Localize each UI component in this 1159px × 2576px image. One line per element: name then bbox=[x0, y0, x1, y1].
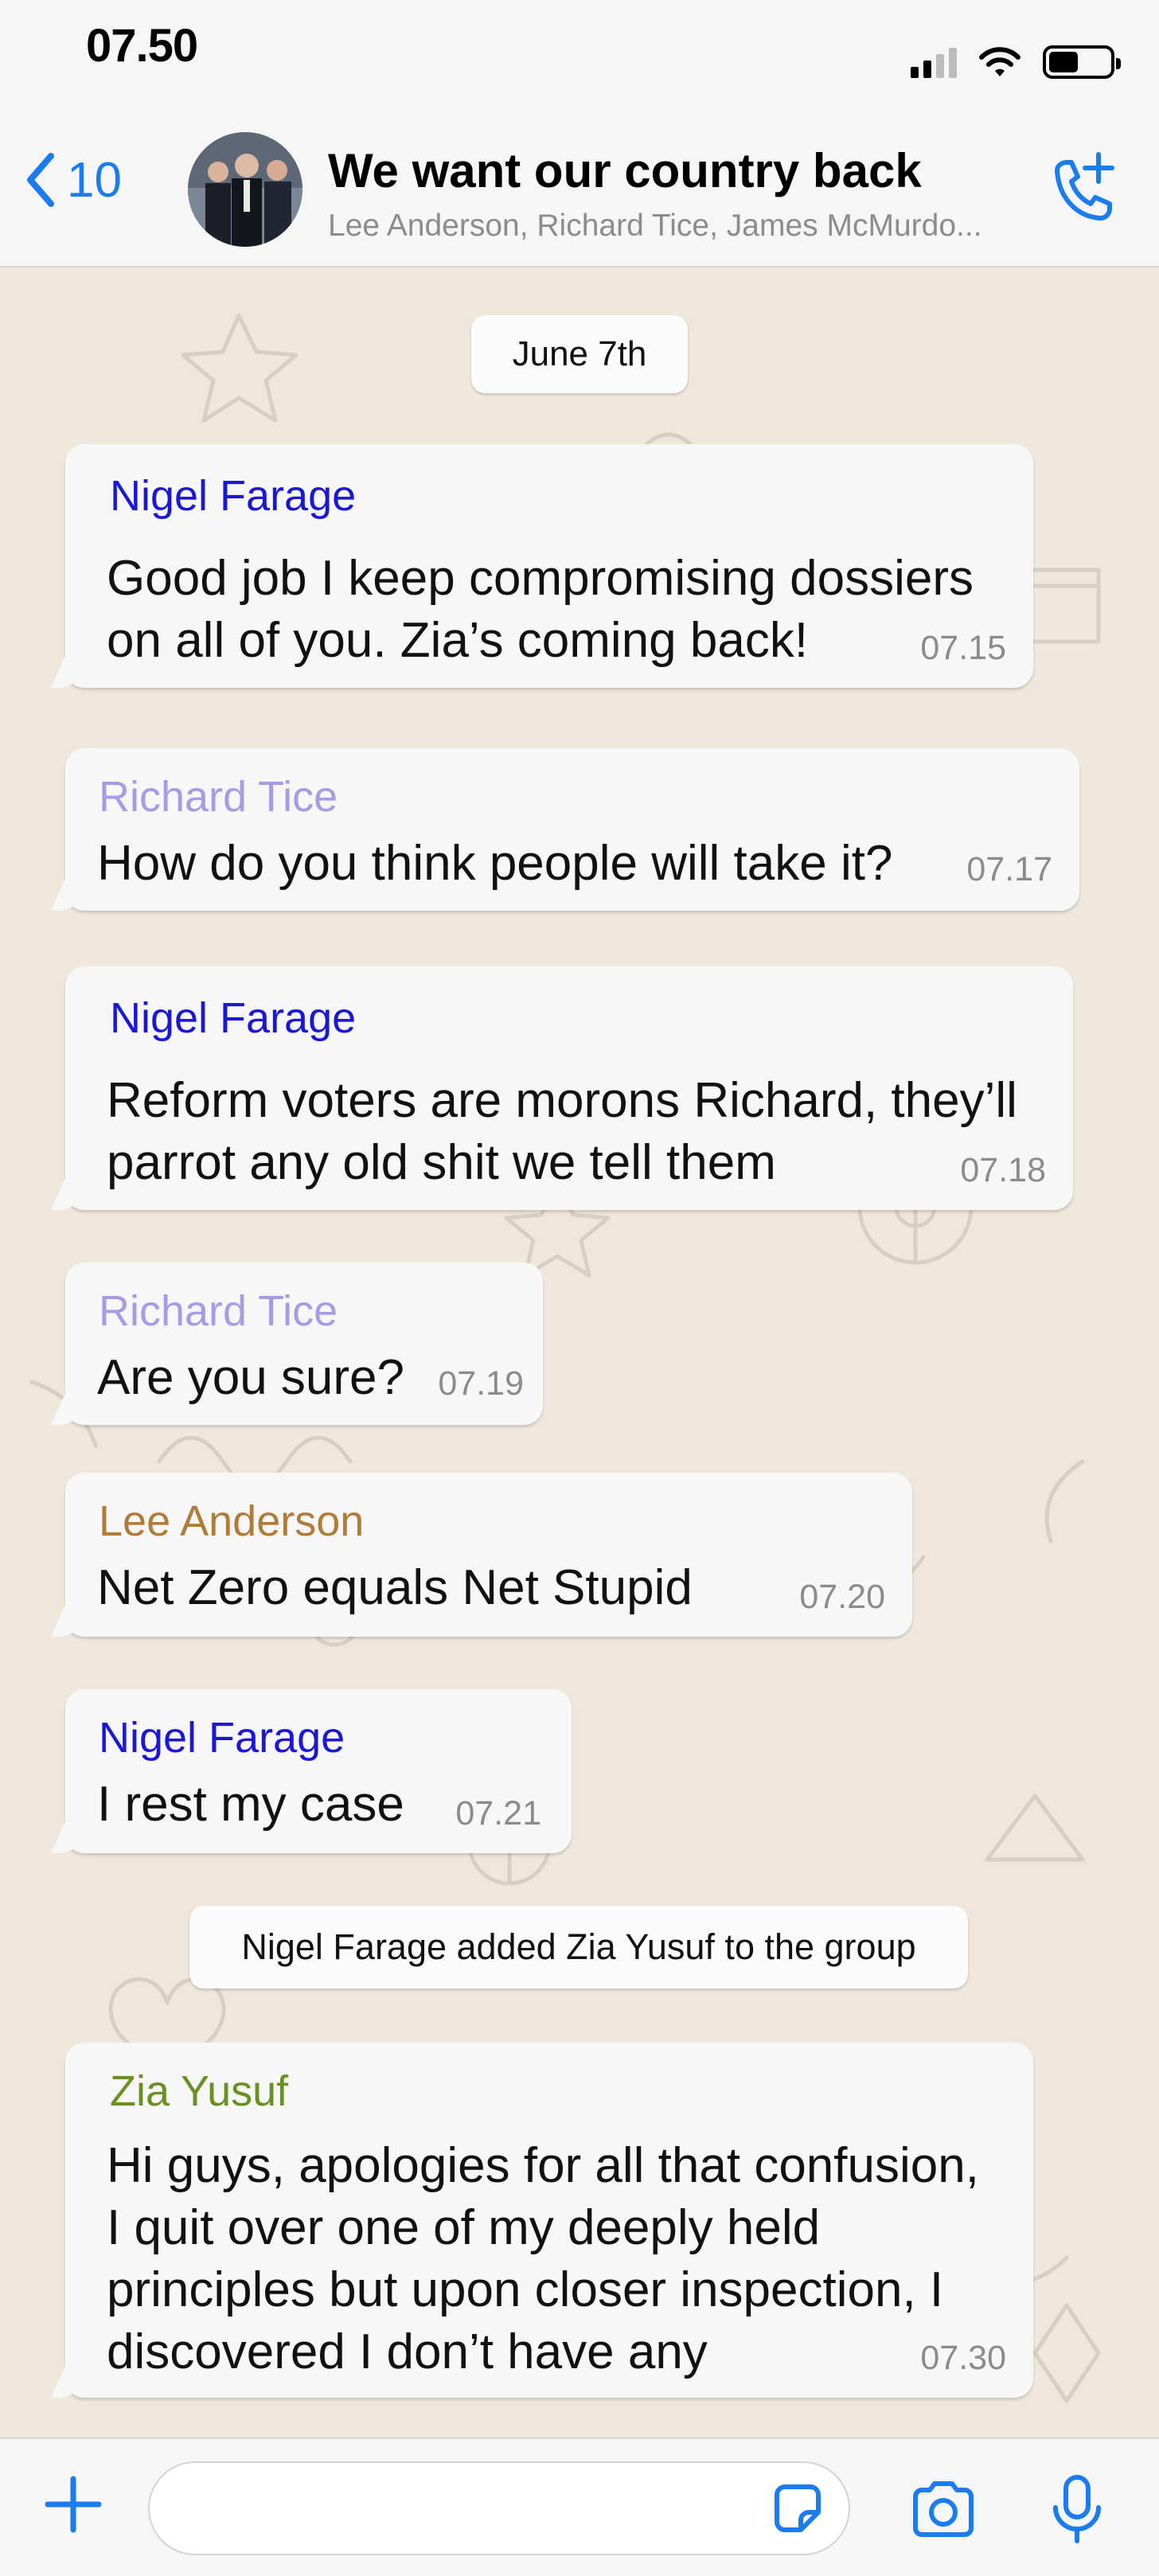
message-sender[interactable]: Richard Tice bbox=[99, 772, 338, 822]
chat-area[interactable]: June 7th Nigel Farage Good job I keep co… bbox=[0, 267, 1159, 2437]
message-input-bar bbox=[0, 2437, 1159, 2576]
message-text-line: How do you think people will take it? bbox=[97, 836, 893, 891]
message-sender[interactable]: Nigel Farage bbox=[99, 1713, 345, 1762]
chat-header: 07.50 10 We want our country back Lee An… bbox=[0, 0, 1159, 267]
message-text-line: discovered I don’t have any bbox=[107, 2324, 708, 2379]
message-time: 07.30 bbox=[920, 2339, 1006, 2377]
message-bubble[interactable]: Nigel Farage Reform voters are morons Ri… bbox=[65, 966, 1073, 1210]
message-sender[interactable]: Richard Tice bbox=[99, 1286, 338, 1336]
message-text-line: I quit over one of my deeply held bbox=[107, 2200, 821, 2255]
message-time: 07.19 bbox=[438, 1364, 524, 1403]
message-text-line: principles but upon closer inspection, I bbox=[107, 2262, 944, 2317]
message-time: 07.18 bbox=[960, 1151, 1046, 1189]
battery-icon bbox=[1043, 45, 1121, 79]
message-time: 07.15 bbox=[920, 629, 1006, 667]
message-text-line: I rest my case bbox=[97, 1777, 404, 1832]
status-icons bbox=[911, 45, 1121, 80]
add-call-icon[interactable] bbox=[1046, 150, 1116, 226]
message-bubble[interactable]: Nigel Farage Good job I keep compromisin… bbox=[65, 444, 1033, 688]
message-time: 07.21 bbox=[455, 1794, 541, 1832]
wifi-icon bbox=[979, 47, 1020, 76]
message-text-line: Are you sure? bbox=[97, 1350, 404, 1405]
system-message: Nigel Farage added Zia Yusuf to the grou… bbox=[189, 1906, 968, 1989]
back-button[interactable]: 10 bbox=[24, 151, 122, 209]
message-sender[interactable]: Zia Yusuf bbox=[110, 2067, 288, 2116]
message-text-line: Hi guys, apologies for all that confusio… bbox=[107, 2138, 979, 2193]
message-text-line: Reform voters are morons Richard, they’l… bbox=[107, 1073, 1017, 1128]
message-input[interactable] bbox=[148, 2461, 850, 2555]
plus-icon[interactable] bbox=[41, 2473, 105, 2536]
group-avatar[interactable] bbox=[188, 132, 302, 247]
back-count: 10 bbox=[67, 152, 122, 208]
group-members[interactable]: Lee Anderson, Richard Tice, James McMurd… bbox=[328, 209, 1028, 244]
message-time: 07.20 bbox=[799, 1578, 885, 1616]
message-bubble[interactable]: Zia Yusuf Hi guys, apologies for all tha… bbox=[65, 2043, 1033, 2398]
message-bubble[interactable]: Richard Tice How do you think people wil… bbox=[65, 748, 1079, 911]
message-sender[interactable]: Nigel Farage bbox=[110, 471, 356, 521]
camera-icon[interactable] bbox=[909, 2480, 978, 2538]
date-divider: June 7th bbox=[471, 315, 688, 393]
message-text-line: Net Zero equals Net Stupid bbox=[97, 1560, 693, 1615]
message-sender[interactable]: Nigel Farage bbox=[110, 993, 356, 1043]
message-time: 07.17 bbox=[966, 850, 1052, 888]
message-bubble[interactable]: Richard Tice Are you sure? 07.19 bbox=[65, 1263, 543, 1425]
signal-icon bbox=[911, 46, 957, 78]
microphone-icon[interactable] bbox=[1049, 2473, 1105, 2546]
message-sender[interactable]: Lee Anderson bbox=[99, 1497, 364, 1546]
message-text-line: parrot any old shit we tell them bbox=[107, 1135, 776, 1190]
message-bubble[interactable]: Nigel Farage I rest my case 07.21 bbox=[65, 1689, 572, 1853]
chevron-left-icon bbox=[27, 153, 54, 207]
status-time: 07.50 bbox=[86, 20, 198, 72]
message-bubble[interactable]: Lee Anderson Net Zero equals Net Stupid … bbox=[65, 1473, 912, 1637]
message-text-line: on all of you. Zia’s coming back! bbox=[107, 613, 809, 668]
group-name[interactable]: We want our country back bbox=[328, 143, 922, 198]
sticker-icon[interactable] bbox=[769, 2480, 826, 2538]
message-text-line: Good job I keep compromising dossiers bbox=[107, 551, 974, 606]
